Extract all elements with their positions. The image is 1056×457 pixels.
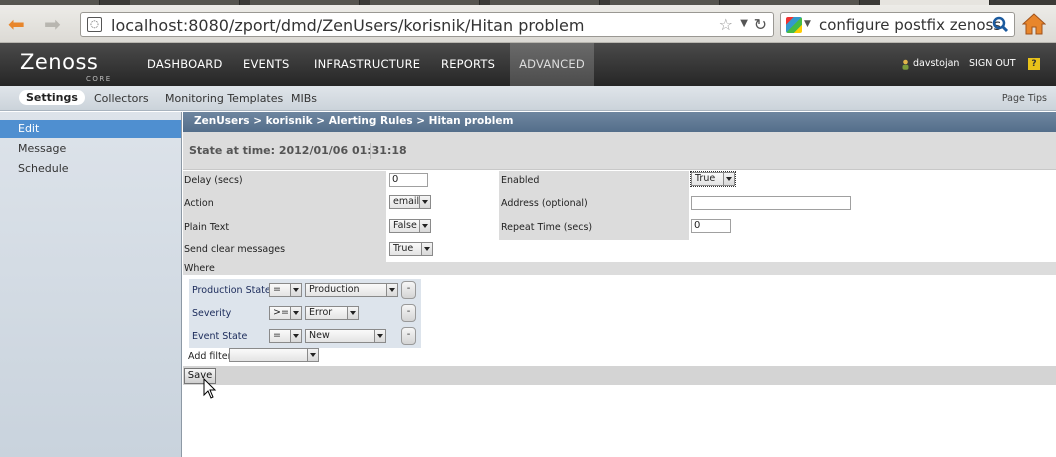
- filter-operator-value: >=: [273, 307, 289, 318]
- filter-value-value: Production: [309, 284, 360, 295]
- nav-dashboard[interactable]: DASHBOARD: [147, 43, 223, 86]
- filter-value-value: Error: [309, 307, 333, 318]
- home-icon[interactable]: [1022, 13, 1046, 35]
- state-bar: State at time: 2012/01/06 01:31:18: [183, 132, 1056, 170]
- filter-field-label: Severity: [192, 308, 232, 319]
- address-bar[interactable]: ◌ localhost:8080/zport/dmd/ZenUsers/kori…: [80, 12, 774, 37]
- chevron-down-icon: [290, 330, 301, 342]
- current-user-name[interactable]: davstojan: [913, 58, 959, 69]
- nav-reports[interactable]: REPORTS: [441, 43, 495, 86]
- filter-operator-select[interactable]: >=: [269, 306, 302, 320]
- action-label: Action: [184, 198, 214, 209]
- subnav-monitoring-templates[interactable]: Monitoring Templates: [165, 92, 283, 105]
- sub-navigation: Settings Collectors Monitoring Templates…: [0, 86, 1056, 111]
- search-bar[interactable]: ▼ configure postfix zenoss: [780, 12, 1015, 37]
- enabled-select[interactable]: True: [690, 171, 736, 187]
- sidebar-item-schedule[interactable]: Schedule: [0, 160, 181, 178]
- where-header: Where: [183, 262, 1056, 275]
- add-filter-select[interactable]: [229, 348, 319, 362]
- add-filter-label: Add filter: [188, 351, 232, 362]
- filter-value-select[interactable]: Production: [305, 283, 398, 297]
- sidebar-item-edit[interactable]: Edit: [0, 120, 181, 138]
- url-history-dropdown-icon[interactable]: ▼: [740, 18, 748, 29]
- address-input[interactable]: [691, 196, 851, 210]
- filter-field-label: Event State: [192, 331, 248, 342]
- bookmark-star-icon[interactable]: ☆: [719, 15, 733, 34]
- form-empty-cell: [499, 240, 1056, 262]
- subnav-settings[interactable]: Settings: [19, 90, 85, 105]
- app-header: Zenoss CORE DASHBOARD EVENTS INFRASTRUCT…: [0, 43, 1056, 86]
- forward-arrow-icon[interactable]: ➡: [44, 13, 61, 35]
- plain-text-select[interactable]: False: [389, 219, 431, 233]
- repeat-time-label: Repeat Time (secs): [501, 222, 593, 233]
- mouse-cursor-icon: [203, 378, 217, 399]
- url-text[interactable]: localhost:8080/zport/dmd/ZenUsers/korisn…: [111, 16, 584, 35]
- state-timestamp: State at time: 2012/01/06 01:31:18: [189, 144, 407, 157]
- google-search-engine-icon[interactable]: [786, 17, 802, 33]
- chevron-down-icon: [419, 220, 430, 232]
- repeat-time-input[interactable]: 0: [691, 219, 731, 233]
- enabled-select-value: True: [695, 173, 716, 184]
- back-arrow-icon[interactable]: ⬅: [8, 13, 25, 35]
- filter-value-value: New: [309, 330, 330, 341]
- filter-field-label: Production State: [192, 285, 271, 296]
- browser-toolbar: ⬅ ➡ ◌ localhost:8080/zport/dmd/ZenUsers/…: [0, 5, 1056, 43]
- chevron-down-icon: [421, 243, 432, 255]
- search-input[interactable]: configure postfix zenoss: [819, 16, 1001, 34]
- filter-operator-select[interactable]: =: [269, 329, 302, 343]
- zenoss-logo[interactable]: Zenoss CORE: [20, 50, 110, 83]
- filter-operator-select[interactable]: =: [269, 283, 302, 297]
- nav-infrastructure[interactable]: INFRASTRUCTURE: [314, 43, 420, 86]
- reload-icon[interactable]: ↻: [754, 15, 767, 34]
- search-icon[interactable]: [992, 16, 1009, 33]
- delay-input[interactable]: 0: [389, 173, 428, 187]
- chevron-down-icon: [419, 196, 430, 208]
- enabled-label: Enabled: [501, 175, 540, 186]
- chevron-down-icon: [347, 307, 358, 319]
- remove-filter-button[interactable]: -: [401, 304, 416, 322]
- action-select[interactable]: email: [389, 195, 431, 209]
- sidebar: Edit Message Schedule: [0, 112, 182, 457]
- save-bar: Save: [183, 366, 1056, 385]
- sidebar-item-message[interactable]: Message: [0, 140, 181, 158]
- help-icon[interactable]: ?: [1028, 58, 1040, 70]
- send-clear-select[interactable]: True: [389, 242, 433, 256]
- filter-value-select[interactable]: New: [305, 329, 386, 343]
- delay-label: Delay (secs): [184, 175, 243, 186]
- chevron-down-icon: [290, 284, 301, 296]
- chevron-down-icon: [290, 307, 301, 319]
- logo-subtitle: CORE: [86, 75, 112, 83]
- chevron-down-icon: [374, 330, 385, 342]
- page-favicon-icon: ◌: [87, 17, 102, 32]
- search-engine-dropdown-icon[interactable]: ▼: [804, 19, 811, 29]
- filter-operator-value: =: [273, 330, 281, 341]
- remove-filter-button[interactable]: -: [401, 281, 416, 299]
- plain-text-label: Plain Text: [184, 222, 230, 233]
- breadcrumb[interactable]: ZenUsers > korisnik > Alerting Rules > H…: [183, 112, 1056, 132]
- subnav-collectors[interactable]: Collectors: [94, 92, 149, 105]
- chevron-down-icon: [307, 349, 318, 361]
- chevron-down-icon: [723, 173, 734, 185]
- logo-wordmark: Zenoss: [20, 50, 99, 74]
- where-label: Where: [184, 263, 215, 274]
- filter-operator-value: =: [273, 284, 281, 295]
- page-tips-link[interactable]: Page Tips: [1002, 93, 1047, 104]
- chevron-down-icon: [386, 284, 397, 296]
- main-content: ZenUsers > korisnik > Alerting Rules > H…: [183, 112, 1056, 457]
- divider: [370, 143, 371, 159]
- sign-out-link[interactable]: SIGN OUT: [969, 58, 1016, 69]
- plain-text-select-value: False: [393, 220, 417, 231]
- nav-advanced[interactable]: ADVANCED: [510, 43, 594, 86]
- remove-filter-button[interactable]: -: [401, 327, 416, 345]
- address-label: Address (optional): [501, 198, 588, 209]
- action-select-value: email: [393, 196, 420, 207]
- send-clear-select-value: True: [393, 243, 414, 254]
- filter-value-select[interactable]: Error: [305, 306, 359, 320]
- nav-events[interactable]: EVENTS: [243, 43, 290, 86]
- send-clear-label: Send clear messages: [184, 244, 286, 255]
- user-icon: [902, 59, 909, 70]
- subnav-mibs[interactable]: MIBs: [291, 92, 317, 105]
